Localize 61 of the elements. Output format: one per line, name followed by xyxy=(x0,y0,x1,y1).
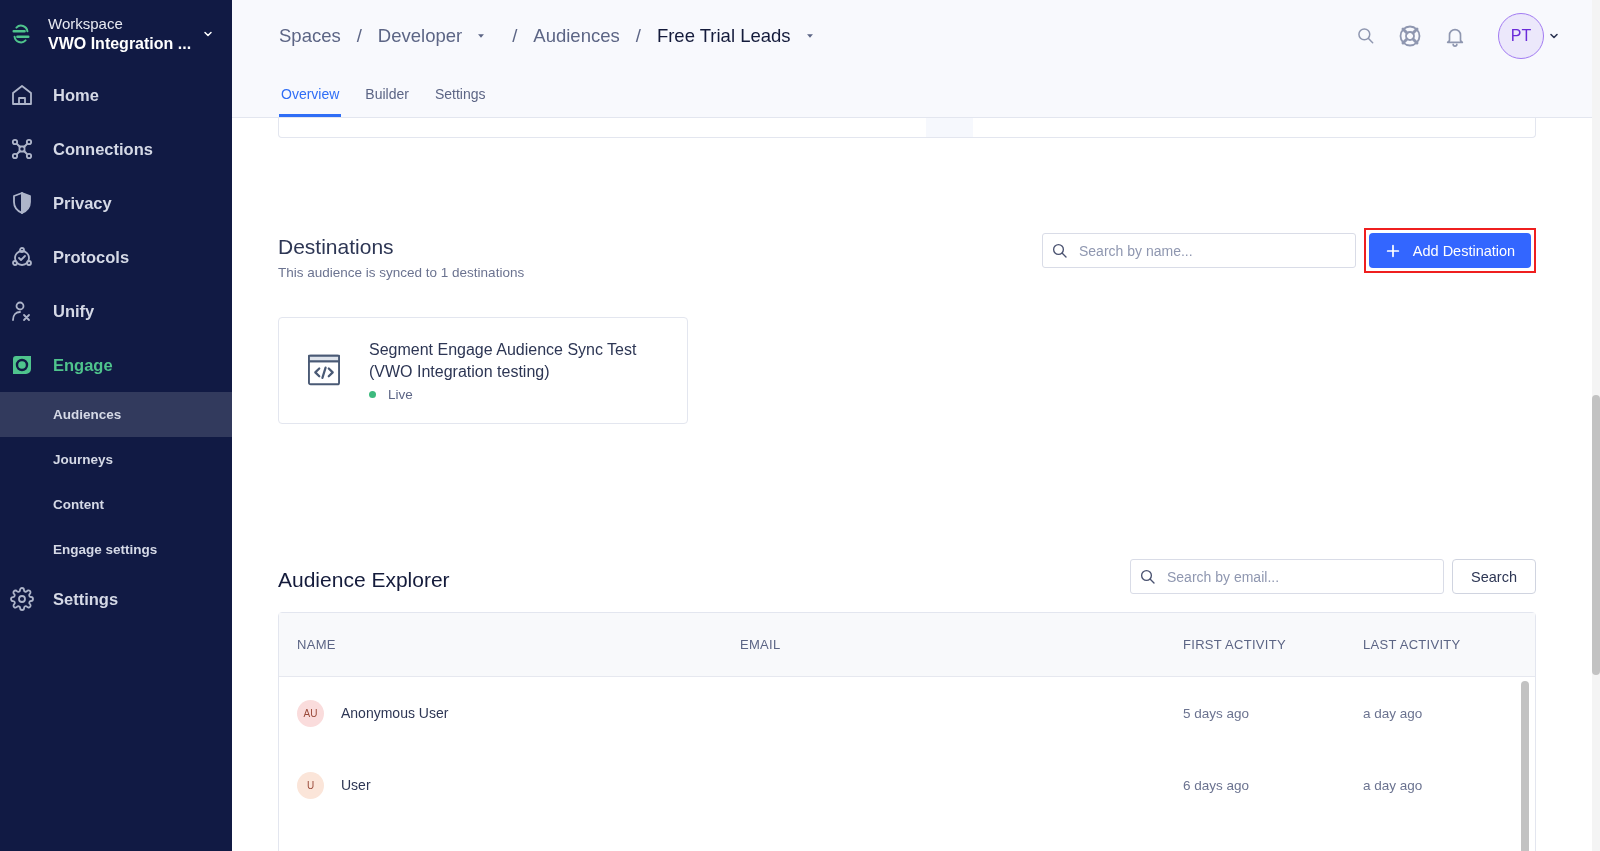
breadcrumb-separator: / xyxy=(635,24,641,47)
search-button[interactable]: Search xyxy=(1452,559,1536,594)
nodes-icon xyxy=(10,137,34,161)
tab[interactable]: Settings xyxy=(432,71,488,117)
engage-icon xyxy=(10,353,34,377)
table-cell: Anonymous User xyxy=(341,705,449,721)
nav-item[interactable]: Unify xyxy=(0,284,232,338)
add-destination-button[interactable]: Add Destination xyxy=(1369,233,1531,268)
tab[interactable]: Builder xyxy=(363,71,411,117)
breadcrumb-link[interactable]: Developer xyxy=(377,24,497,47)
user-avatar[interactable]: PT xyxy=(1498,12,1544,59)
user-avatar: AU xyxy=(297,699,324,727)
search-icon[interactable] xyxy=(1356,25,1376,46)
shield-icon xyxy=(10,191,34,215)
check-circle-icon xyxy=(10,245,34,269)
user-avatar: U xyxy=(297,771,324,799)
table-cell: a day ago xyxy=(1363,777,1423,793)
search-field[interactable]: Search by name... xyxy=(1042,233,1356,268)
workspace-name: VWO Integration ... xyxy=(48,35,193,53)
table-cell: User xyxy=(341,777,371,793)
search-field[interactable]: Search by email... xyxy=(1130,559,1444,594)
scrollbar-thumb[interactable] xyxy=(1521,681,1529,851)
table-cell: 6 days ago xyxy=(1183,777,1250,793)
nav-item[interactable]: Protocols xyxy=(0,230,232,284)
lifebuoy-icon[interactable] xyxy=(1398,23,1422,48)
nav-item[interactable]: Privacy xyxy=(0,176,232,230)
plus-icon xyxy=(1384,242,1401,259)
column-header: NAME xyxy=(297,637,337,652)
section-title: Audience Explorer xyxy=(278,568,450,592)
destination-name: Segment Engage Audience Sync Test (VWO Integration testing) xyxy=(369,340,638,382)
column-header: EMAIL xyxy=(740,637,782,652)
status-label: Live xyxy=(388,387,413,402)
breadcrumb-separator: / xyxy=(356,24,362,47)
breadcrumb-link[interactable]: Audiences xyxy=(533,24,620,47)
gear-icon xyxy=(10,587,34,611)
table-cell: 5 days ago xyxy=(1183,705,1250,721)
breadcrumb-link[interactable]: Free Trial Leads xyxy=(656,24,825,47)
nav-item[interactable]: Home xyxy=(0,68,232,122)
table-cell: a day ago xyxy=(1363,705,1423,721)
scrollbar-thumb[interactable] xyxy=(1592,395,1600,675)
workspace-label: Workspace xyxy=(48,15,124,32)
scrollbar[interactable] xyxy=(1592,0,1600,851)
destination-card[interactable]: Segment Engage Audience Sync Test (VWO Integration testing) Live xyxy=(278,317,688,424)
house-icon xyxy=(10,83,34,107)
logo-icon xyxy=(10,23,32,45)
nav-item[interactable]: Engage xyxy=(0,338,232,392)
tab[interactable]: Overview xyxy=(279,71,342,117)
nav-subitem[interactable]: Engage settings xyxy=(0,527,232,572)
nav-item[interactable]: Connections xyxy=(0,122,232,176)
column-header: FIRST ACTIVITY xyxy=(1183,637,1287,652)
nav-subitem[interactable]: Audiences xyxy=(0,392,232,437)
section-title: Destinations xyxy=(278,235,395,259)
nav-subitem[interactable]: Journeys xyxy=(0,437,232,482)
breadcrumb-separator: / xyxy=(512,24,518,47)
search-icon xyxy=(1139,568,1157,586)
breadcrumb-link[interactable]: Spaces xyxy=(279,24,341,47)
section-subtitle: This audience is synced to 1 destinations xyxy=(278,265,525,280)
column-header: LAST ACTIVITY xyxy=(1363,637,1462,652)
nav-subitem[interactable]: Content xyxy=(0,482,232,527)
nav-item[interactable]: Settings xyxy=(0,572,232,626)
search-icon xyxy=(1051,242,1069,260)
